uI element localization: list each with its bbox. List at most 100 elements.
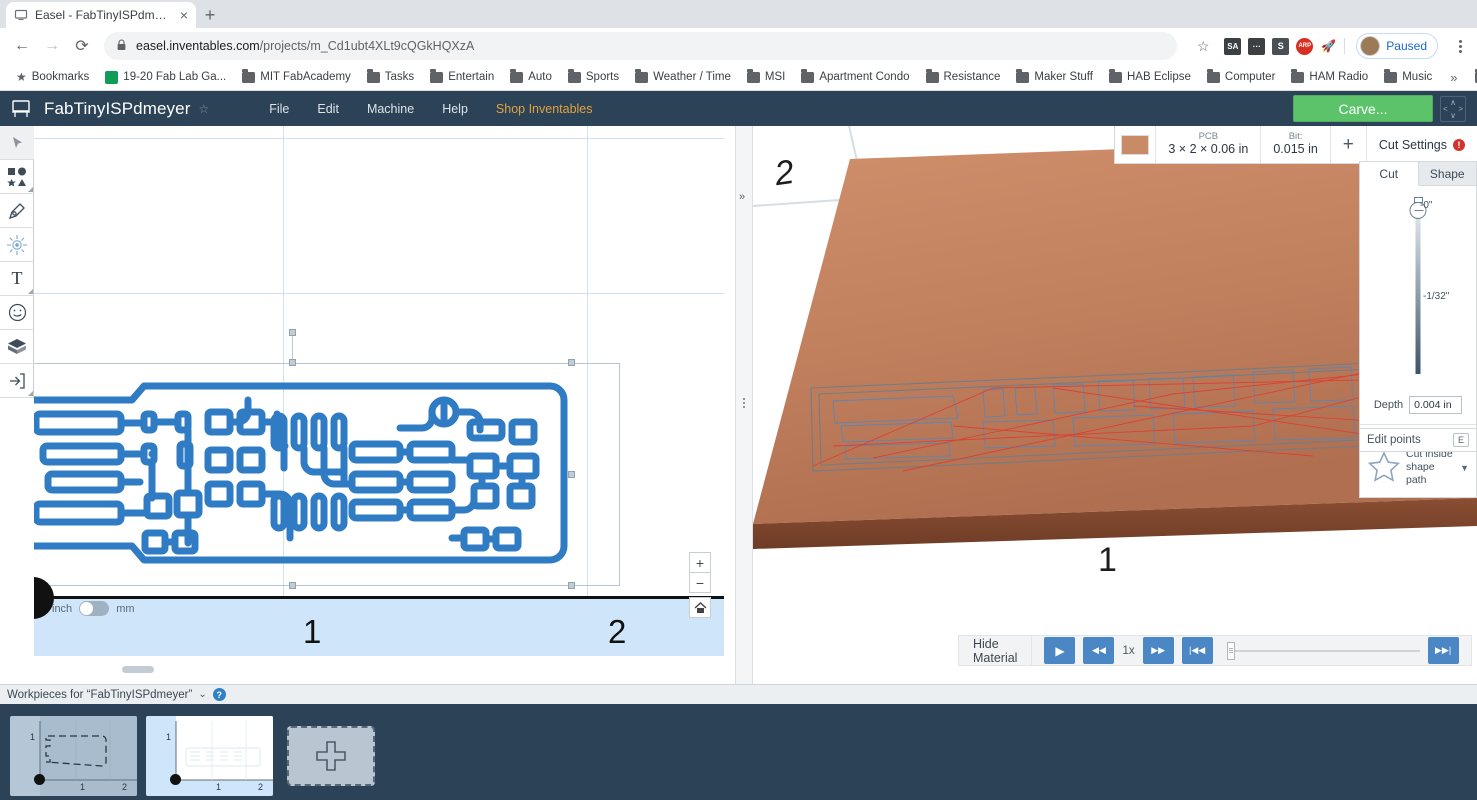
menu-file[interactable]: File <box>255 102 303 116</box>
sa-extension-icon[interactable]: SA <box>1224 37 1242 55</box>
tool-expand-corner[interactable] <box>28 391 33 396</box>
workpiece-thumbnail-2[interactable]: 1 1 2 <box>146 715 273 796</box>
zoom-in-button[interactable]: + <box>689 552 711 573</box>
bookmark-item-hab-eclipse[interactable]: HAB Eclipse <box>1102 68 1198 86</box>
profile-button[interactable]: Paused <box>1356 33 1438 59</box>
design-canvas-2d[interactable]: 1 2 inch mm + − <box>34 126 724 684</box>
bookmark-item-other-bookmarks[interactable]: Other bookmarks <box>1468 68 1477 86</box>
depth-input[interactable]: 0.004 in <box>1409 396 1463 414</box>
bookmark-item-fablab[interactable]: 19-20 Fab Lab Ga... <box>98 68 233 87</box>
tool-expand-corner[interactable] <box>28 187 33 192</box>
icon-library-tool[interactable] <box>0 296 34 330</box>
resize-handle-n[interactable] <box>289 359 296 366</box>
cut-path-row[interactable]: Cut inside shape path ▼ <box>1360 448 1476 487</box>
progress-track[interactable] <box>1234 649 1420 652</box>
playback-controls-group: Hide Material <box>958 635 1033 666</box>
bookmark-star-icon[interactable]: ☆ <box>1189 32 1217 60</box>
expand-right-icon[interactable]: » <box>739 191 745 203</box>
add-bit-button[interactable]: + <box>1331 126 1367 163</box>
address-bar[interactable]: easel.inventables.com/projects/m_Cd1ubt4… <box>104 32 1178 60</box>
horizontal-scrollbar[interactable] <box>34 656 724 684</box>
new-tab-button[interactable]: + <box>196 2 224 28</box>
hide-material-button[interactable]: Hide Material <box>973 637 1017 665</box>
bookmark-item-auto[interactable]: Auto <box>503 68 559 86</box>
bookmarks-overflow-icon[interactable]: » <box>1443 70 1464 85</box>
workpiece-thumbnail-1[interactable]: 1 1 2 <box>10 715 137 796</box>
add-workpiece-dashed-box[interactable] <box>287 725 375 786</box>
bookmark-item-bookmarks[interactable]: ★ Bookmarks <box>9 67 96 87</box>
carve-button[interactable]: Carve... <box>1293 95 1433 122</box>
unit-toggle[interactable]: inch mm <box>52 601 135 616</box>
unit-switch[interactable] <box>79 601 110 616</box>
menu-machine[interactable]: Machine <box>353 102 428 116</box>
bookmark-item-entertain[interactable]: Entertain <box>423 68 501 86</box>
edit-points-row[interactable]: Edit points E <box>1359 428 1477 452</box>
rewind-button[interactable]: ◀◀ <box>1083 637 1115 664</box>
bookmark-item-maker-stuff[interactable]: Maker Stuff <box>1009 68 1100 86</box>
3d-model-tool[interactable] <box>0 330 34 364</box>
fast-forward-button[interactable]: ▶▶ <box>1142 637 1174 664</box>
reload-icon[interactable]: ⟳ <box>68 32 96 60</box>
bookmark-item-mitfabacademy[interactable]: MIT FabAcademy <box>235 68 358 86</box>
shapes-tool[interactable] <box>0 160 34 194</box>
browser-tab[interactable]: Easel - FabTinyISPdmeyer × <box>6 2 196 28</box>
arp-extension-icon[interactable]: ARP <box>1296 37 1314 55</box>
chevron-down-icon[interactable]: ▼ <box>1460 463 1469 473</box>
progress-slider[interactable] <box>1226 641 1420 660</box>
skip-to-start-button[interactable]: |◀◀ <box>1181 637 1213 664</box>
tab-shape[interactable]: Shape <box>1418 162 1476 186</box>
bit-info-cell[interactable]: Bit: 0.015 in <box>1261 126 1331 163</box>
center-point-tool[interactable] <box>0 228 34 262</box>
dots-extension-icon[interactable]: ··· <box>1248 37 1266 55</box>
bookmark-item-sports[interactable]: Sports <box>561 68 626 86</box>
chevron-down-icon[interactable]: ⌄ <box>198 689 206 700</box>
chrome-menu-icon[interactable] <box>1451 39 1469 53</box>
bookmark-item-tasks[interactable]: Tasks <box>360 68 421 86</box>
select-tool[interactable] <box>0 126 34 160</box>
bookmark-item-msi[interactable]: MSI <box>740 68 792 86</box>
panel-splitter[interactable]: » <box>735 126 753 684</box>
import-tool[interactable] <box>0 364 34 398</box>
depth-slider[interactable]: -0" -1/32" <box>1360 186 1476 396</box>
bookmark-item-apartment-condo[interactable]: Apartment Condo <box>794 68 916 86</box>
rocket-extension-icon[interactable]: 🚀 <box>1320 38 1337 55</box>
menu-edit[interactable]: Edit <box>303 102 353 116</box>
resize-handle-ne[interactable] <box>568 359 575 366</box>
rotate-handle[interactable] <box>289 329 296 336</box>
material-info-cell[interactable]: PCB 3 × 2 × 0.06 in <box>1156 126 1262 163</box>
back-icon[interactable]: ← <box>8 32 36 60</box>
pen-tool[interactable] <box>0 194 34 228</box>
add-workpiece-button[interactable] <box>282 716 380 796</box>
star-shape-icon <box>1367 450 1401 485</box>
bookmark-item-computer[interactable]: Computer <box>1200 68 1283 86</box>
close-icon[interactable]: × <box>180 8 188 22</box>
bookmark-item-music[interactable]: Music <box>1377 68 1439 86</box>
skip-to-end-button[interactable]: ▶▶| <box>1427 637 1459 664</box>
easel-logo-icon[interactable] <box>11 99 31 118</box>
text-tool[interactable]: T <box>0 262 34 296</box>
resize-handle-se[interactable] <box>568 582 575 589</box>
play-button[interactable]: ▶ <box>1044 637 1076 664</box>
home-view-button[interactable] <box>689 597 711 618</box>
scrollbar-thumb[interactable] <box>122 666 154 673</box>
zoom-out-button[interactable]: − <box>689 572 711 593</box>
tab-strip: Easel - FabTinyISPdmeyer × + <box>0 0 1477 28</box>
help-icon[interactable]: ? <box>212 688 226 701</box>
bookmark-item-ham-radio[interactable]: HAM Radio <box>1284 68 1375 86</box>
material-swatch-cell[interactable] <box>1115 126 1157 163</box>
resize-handle-s[interactable] <box>289 582 296 589</box>
s-extension-icon[interactable]: S <box>1272 37 1290 55</box>
pcb-design-shape[interactable] <box>34 378 572 568</box>
menu-help[interactable]: Help <box>428 102 482 116</box>
favorite-star-icon[interactable]: ☆ <box>198 102 209 116</box>
bookmark-item-weather-time[interactable]: Weather / Time <box>628 68 738 86</box>
bookmark-item-resistance[interactable]: Resistance <box>919 68 1008 86</box>
forward-icon[interactable]: → <box>38 32 66 60</box>
cut-settings-button[interactable]: Cut Settings ! <box>1367 126 1477 163</box>
tool-expand-corner[interactable] <box>28 289 33 294</box>
depth-slider-track[interactable] <box>1415 214 1421 374</box>
expand-view-icon[interactable]: ∧ ∨ < > <box>1440 95 1466 122</box>
menu-shop-inventables[interactable]: Shop Inventables <box>482 102 607 116</box>
progress-thumb[interactable] <box>1226 641 1235 660</box>
tab-cut[interactable]: Cut <box>1360 162 1419 186</box>
